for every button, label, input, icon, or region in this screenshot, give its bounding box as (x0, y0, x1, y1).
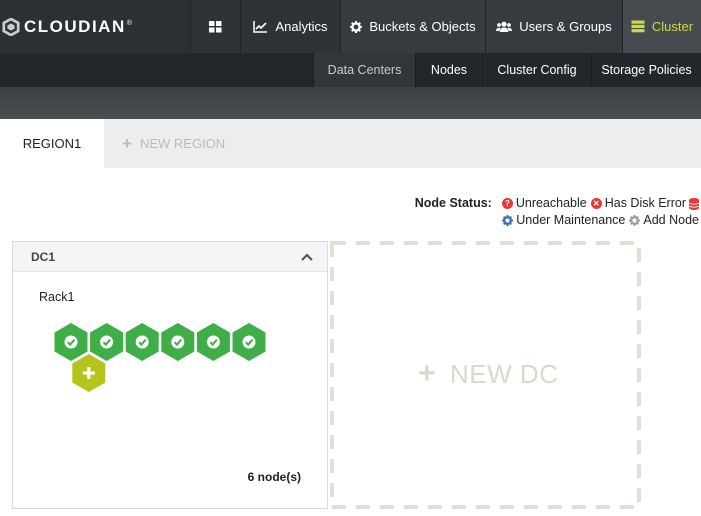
users-icon (496, 21, 513, 32)
node-hexagon[interactable] (54, 323, 88, 361)
node-hexagon[interactable] (125, 323, 159, 361)
gear-icon (350, 20, 363, 33)
question-icon: ? (501, 198, 513, 209)
new-dc-label: NEW DC (450, 358, 559, 389)
add-node-gear-icon (629, 215, 641, 226)
new-dc-button[interactable]: + NEW DC (418, 356, 558, 392)
node-hexagon[interactable] (90, 323, 124, 361)
check-circle-icon (100, 335, 114, 349)
legend-title: Node Status: (414, 196, 492, 210)
nav-users-groups[interactable]: Users & Groups (485, 0, 622, 53)
node-hexagon[interactable] (232, 323, 266, 361)
nav-users-label: Users & Groups (519, 19, 612, 34)
nav-analytics[interactable]: Analytics (240, 0, 340, 53)
tab-region1[interactable]: REGION1 (0, 119, 104, 168)
add-node-hexagon[interactable] (72, 354, 106, 392)
tab-new-region[interactable]: + NEW REGION (122, 119, 225, 168)
legend-maintenance: Under Maintenance (516, 213, 626, 227)
node-hexagon[interactable] (161, 323, 195, 361)
plus-icon: + (418, 357, 437, 390)
check-circle-icon (64, 335, 78, 349)
subnav-cluster-config[interactable]: Cluster Config (482, 53, 591, 87)
legend-add-node: Add Node (643, 213, 699, 227)
subnav-storage-policies[interactable]: Storage Policies (591, 53, 701, 87)
nav-analytics-label: Analytics (275, 19, 328, 34)
nav-dashboard[interactable] (190, 0, 240, 53)
legend-disk-error: Has Disk Error (604, 196, 686, 210)
legend-unreachable: Unreachable (515, 196, 587, 210)
brand-name: CLOUDIAN (24, 16, 126, 36)
plus-icon-v (87, 367, 91, 379)
check-circle-icon (206, 335, 220, 349)
brand-mark: ® (126, 19, 134, 27)
nav-cluster-label: Cluster (651, 19, 694, 34)
dc-panel: DC1 Rack1 6 node(s) (12, 241, 328, 509)
new-region-label: NEW REGION (139, 136, 226, 151)
maintenance-gear-icon (502, 215, 514, 226)
nav-buckets-objects[interactable]: Buckets & Objects (340, 0, 485, 53)
dashboard-grid-icon (209, 20, 222, 32)
header-band (0, 87, 701, 119)
region-tabs (0, 119, 701, 168)
database-icon (689, 197, 699, 210)
check-circle-icon (135, 335, 149, 349)
subnav-data-centers[interactable]: Data Centers (313, 53, 415, 87)
check-circle-icon (171, 335, 185, 349)
node-hexagon[interactable] (196, 323, 230, 361)
plus-icon: + (122, 133, 132, 153)
check-circle-icon (242, 335, 256, 349)
line-chart-icon (253, 20, 268, 33)
cloudian-logo-icon (2, 17, 20, 36)
node-status-legend: Node Status: ? Unreachable ✕ Has Disk Er… (415, 195, 699, 229)
cluster-server-icon (631, 20, 645, 33)
logo[interactable]: CLOUDIAN® (0, 0, 190, 53)
subnav-nodes[interactable]: Nodes (415, 53, 482, 87)
error-x-icon: ✕ (590, 198, 602, 209)
node-count: 6 node(s) (247, 470, 301, 484)
nav-buckets-label: Buckets & Objects (369, 19, 476, 34)
nav-cluster[interactable]: Cluster (622, 0, 701, 53)
